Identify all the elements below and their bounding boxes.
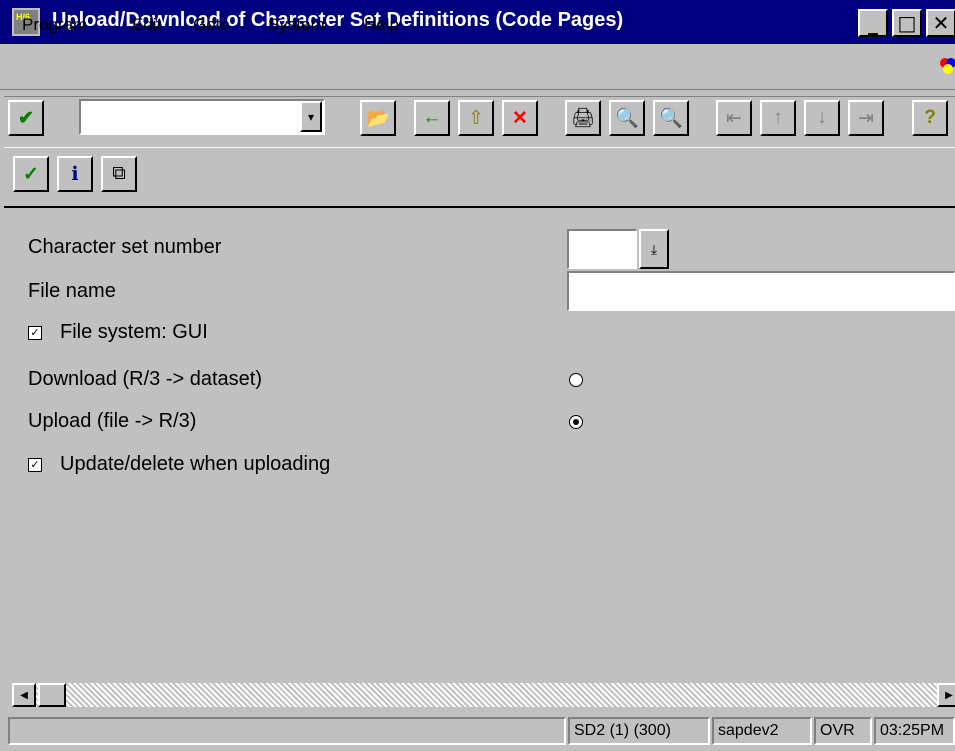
char-set-label: Character set number xyxy=(28,236,222,258)
char-set-dropdown-icon[interactable]: ⤓ xyxy=(639,229,669,269)
status-system: SD2 (1) (300) xyxy=(568,717,710,745)
cancel-icon[interactable]: ✕ xyxy=(502,100,538,136)
command-field[interactable] xyxy=(79,99,325,135)
file-system-label: File system: GUI xyxy=(60,321,208,343)
sap-logo-icon xyxy=(940,58,955,74)
status-mode[interactable]: OVR xyxy=(814,717,872,745)
menu-bar xyxy=(0,44,955,90)
scroll-thumb[interactable] xyxy=(38,683,66,707)
status-server: sapdev2 xyxy=(712,717,812,745)
download-label: Download (R/3 -> dataset) xyxy=(28,368,263,390)
file-name-input[interactable] xyxy=(567,271,955,311)
menu-edit[interactable]: Edit xyxy=(132,15,161,35)
menu-edit-label: Edit xyxy=(132,15,162,34)
update-delete-label: Update/delete when uploading xyxy=(60,453,331,475)
menu-system-label: System xyxy=(268,15,325,34)
maximize-button[interactable]: □ xyxy=(892,9,922,37)
menu-goto[interactable]: Goto xyxy=(193,15,230,35)
horizontal-scrollbar[interactable] xyxy=(12,683,955,707)
close-button[interactable]: ✕ xyxy=(926,9,955,37)
save-icon[interactable]: 📂 xyxy=(360,100,396,136)
first-page-icon[interactable]: ⇤ xyxy=(716,100,752,136)
file-name-label: File name xyxy=(28,280,116,302)
menu-help[interactable]: Help xyxy=(364,15,399,35)
enter-button[interactable]: ✔ xyxy=(8,100,44,136)
last-page-icon[interactable]: ⇥ xyxy=(848,100,884,136)
upload-radio[interactable] xyxy=(569,415,583,429)
menu-goto-label: Goto xyxy=(193,15,230,34)
upload-label: Upload (file -> R/3) xyxy=(28,410,197,432)
print-icon[interactable]: 🖨 xyxy=(565,100,601,136)
file-system-checkbox[interactable]: ✓ xyxy=(28,326,42,340)
back-icon[interactable]: ← xyxy=(414,100,450,136)
update-delete-checkbox[interactable]: ✓ xyxy=(28,458,42,472)
menu-help-label: Help xyxy=(364,15,399,34)
menu-program-label: Program xyxy=(22,15,88,34)
menu-system[interactable]: System xyxy=(268,15,325,35)
copy-icon[interactable]: ⧉ xyxy=(101,156,137,192)
command-dropdown-icon[interactable]: ▾ xyxy=(300,101,322,132)
char-set-input[interactable] xyxy=(567,229,637,269)
download-radio[interactable] xyxy=(569,373,583,387)
status-message xyxy=(8,717,566,745)
info-icon[interactable]: ℹ xyxy=(57,156,93,192)
find-next-icon[interactable]: 🔍 xyxy=(653,100,689,136)
scroll-left-icon[interactable]: ◀ xyxy=(12,683,36,707)
execute-icon[interactable]: ✓ xyxy=(13,156,49,192)
exit-icon[interactable]: ⇧ xyxy=(458,100,494,136)
menu-program[interactable]: Program xyxy=(22,15,87,35)
status-time: 03:25PM xyxy=(874,717,955,745)
help-icon[interactable]: ? xyxy=(912,100,948,136)
next-page-icon[interactable]: ↓ xyxy=(804,100,840,136)
application-toolbar xyxy=(4,150,955,208)
scroll-right-icon[interactable]: ▶ xyxy=(937,683,955,707)
find-icon[interactable]: 🔍 xyxy=(609,100,645,136)
previous-page-icon[interactable]: ↑ xyxy=(760,100,796,136)
minimize-button[interactable]: _ xyxy=(858,9,888,37)
